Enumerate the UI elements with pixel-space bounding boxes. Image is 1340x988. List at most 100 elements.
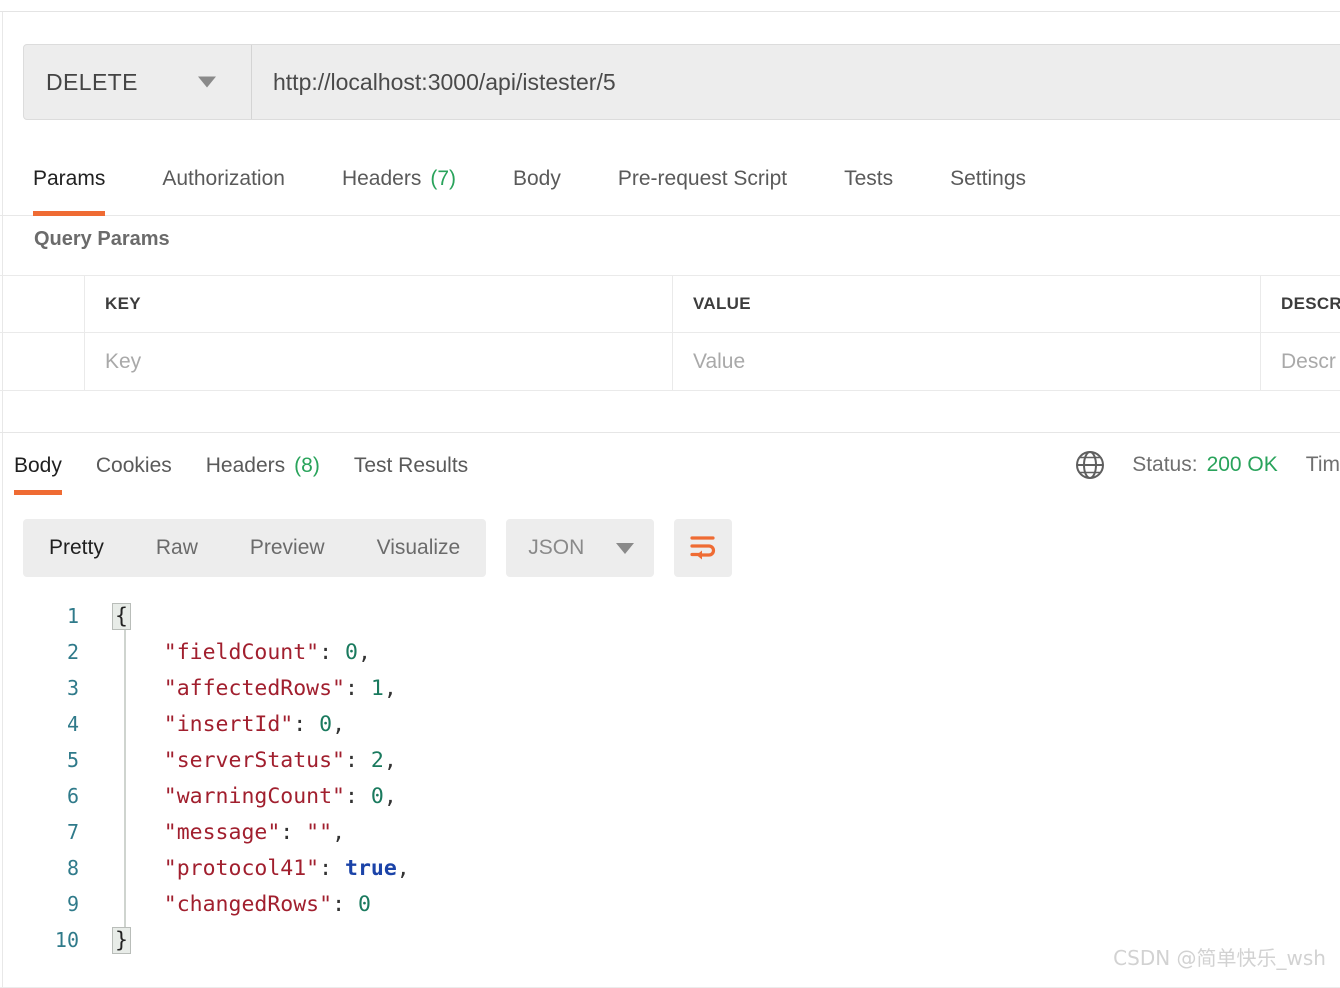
code-line-text: "fieldCount": 0, bbox=[112, 640, 371, 665]
http-method-selector[interactable]: DELETE bbox=[24, 45, 252, 119]
tab-headers-count: (7) bbox=[430, 167, 456, 190]
response-body-toolbar: Pretty Raw Preview Visualize JSON bbox=[23, 519, 733, 577]
column-header-value: VALUE bbox=[673, 275, 1261, 333]
token-p: : bbox=[345, 783, 371, 809]
view-mode-segmented-control: Pretty Raw Preview Visualize bbox=[23, 519, 487, 577]
view-preview-button[interactable]: Preview bbox=[224, 519, 351, 577]
line-number: 2 bbox=[66, 640, 79, 664]
token-p: , bbox=[332, 711, 346, 737]
token-k: "protocol41" bbox=[163, 855, 320, 881]
brace-token: } bbox=[112, 926, 131, 954]
response-tab-headers-label: Headers bbox=[205, 454, 286, 477]
view-pretty-button[interactable]: Pretty bbox=[23, 519, 130, 577]
token-p: : bbox=[319, 639, 346, 665]
token-p bbox=[112, 856, 164, 881]
code-line-text: "affectedRows": 1, bbox=[112, 676, 397, 701]
status-label: Status: bbox=[1132, 453, 1198, 476]
line-number: 4 bbox=[66, 712, 79, 736]
tab-tests[interactable]: Tests bbox=[844, 150, 893, 216]
code-line: 3 "affectedRows": 1, bbox=[0, 670, 1340, 706]
response-tab-test-results-label: Test Results bbox=[353, 454, 469, 477]
token-p bbox=[112, 784, 164, 809]
token-n: 0 bbox=[319, 711, 333, 737]
token-p: , bbox=[383, 783, 397, 809]
globe-icon[interactable] bbox=[1074, 449, 1106, 481]
tab-settings[interactable]: Settings bbox=[950, 150, 1026, 216]
format-selector-label: JSON bbox=[528, 536, 585, 559]
token-p: , bbox=[357, 639, 371, 665]
active-response-tab-underline bbox=[14, 490, 62, 495]
token-p: : bbox=[345, 675, 371, 701]
token-p bbox=[112, 820, 164, 845]
token-p bbox=[112, 748, 164, 773]
line-number: 7 bbox=[66, 820, 79, 844]
wrap-lines-button[interactable] bbox=[674, 519, 733, 577]
token-p: , bbox=[383, 675, 397, 701]
response-tab-test-results[interactable]: Test Results bbox=[354, 437, 468, 495]
format-selector[interactable]: JSON bbox=[506, 519, 655, 577]
token-p bbox=[112, 676, 164, 701]
tab-tests-label: Tests bbox=[844, 167, 894, 190]
view-visualize-button[interactable]: Visualize bbox=[351, 519, 487, 577]
view-raw-button[interactable]: Raw bbox=[130, 519, 224, 577]
param-description-input[interactable]: Descr bbox=[1261, 333, 1340, 391]
query-params-filler bbox=[0, 391, 1340, 433]
tab-params-label: Params bbox=[33, 167, 106, 190]
token-p bbox=[112, 712, 164, 737]
row-checkbox-cell[interactable] bbox=[0, 333, 85, 391]
fold-marker[interactable] bbox=[96, 670, 112, 706]
table-header-row: KEY VALUE DESCR bbox=[0, 275, 1340, 333]
tab-headers[interactable]: Headers (7) bbox=[342, 150, 456, 216]
watermark: CSDN @简单快乐_wsh bbox=[1113, 946, 1326, 970]
fold-marker[interactable] bbox=[96, 886, 112, 922]
wrap-lines-icon bbox=[688, 531, 718, 566]
fold-marker[interactable] bbox=[96, 706, 112, 742]
status-badge[interactable]: 200 OK bbox=[1207, 453, 1278, 477]
query-params-title: Query Params bbox=[34, 228, 170, 250]
param-value-input[interactable]: Value bbox=[673, 333, 1261, 391]
token-p bbox=[112, 892, 164, 917]
token-k: "warningCount" bbox=[163, 783, 345, 809]
response-tab-body[interactable]: Body bbox=[14, 437, 62, 495]
token-p: : bbox=[280, 819, 307, 845]
fold-marker[interactable] bbox=[96, 814, 112, 850]
response-body-code[interactable]: 1{2 "fieldCount": 0, 3 "affectedRows": 1,… bbox=[0, 598, 1340, 978]
url-input[interactable]: http://localhost:3000/api/istester/5 bbox=[252, 45, 1340, 119]
token-p bbox=[112, 640, 164, 665]
code-line-text: { bbox=[112, 602, 131, 630]
fold-marker[interactable] bbox=[96, 922, 112, 958]
tab-body[interactable]: Body bbox=[513, 150, 561, 216]
token-p: , bbox=[396, 855, 410, 881]
fold-marker[interactable] bbox=[96, 778, 112, 814]
token-p: , bbox=[332, 819, 346, 845]
tab-authorization-label: Authorization bbox=[162, 167, 285, 190]
token-s: "" bbox=[306, 819, 333, 845]
response-status-bar: Status: 200 OK Tim bbox=[1074, 449, 1340, 481]
url-value: http://localhost:3000/api/istester/5 bbox=[273, 68, 616, 95]
request-tabs: Params Authorization Headers (7) Body Pr… bbox=[0, 150, 1340, 216]
token-k: "fieldCount" bbox=[163, 639, 320, 665]
fold-marker[interactable] bbox=[96, 598, 112, 634]
code-line: 8 "protocol41": true, bbox=[0, 850, 1340, 886]
response-time-label: Tim bbox=[1305, 453, 1340, 476]
fold-marker[interactable] bbox=[96, 742, 112, 778]
param-key-input[interactable]: Key bbox=[85, 333, 673, 391]
code-line-text: "message": "", bbox=[112, 820, 345, 845]
code-line: 7 "message": "", bbox=[0, 814, 1340, 850]
token-p: : bbox=[332, 891, 358, 917]
token-k: "affectedRows" bbox=[163, 675, 345, 701]
tab-pre-request-script[interactable]: Pre-request Script bbox=[618, 150, 787, 216]
fold-marker[interactable] bbox=[96, 634, 112, 670]
code-line: 4 "insertId": 0, bbox=[0, 706, 1340, 742]
select-all-checkbox-cell[interactable] bbox=[0, 275, 85, 333]
code-line: 9 "changedRows": 0 bbox=[0, 886, 1340, 922]
column-header-key: KEY bbox=[85, 275, 673, 333]
response-tab-cookies[interactable]: Cookies bbox=[96, 437, 172, 495]
fold-marker[interactable] bbox=[96, 850, 112, 886]
token-n: 0 bbox=[357, 891, 371, 917]
tab-params[interactable]: Params bbox=[33, 150, 106, 216]
token-k: "message" bbox=[163, 819, 281, 845]
tab-authorization[interactable]: Authorization bbox=[162, 150, 285, 216]
line-number: 8 bbox=[66, 856, 79, 880]
response-tab-headers[interactable]: Headers (8) bbox=[206, 437, 320, 495]
